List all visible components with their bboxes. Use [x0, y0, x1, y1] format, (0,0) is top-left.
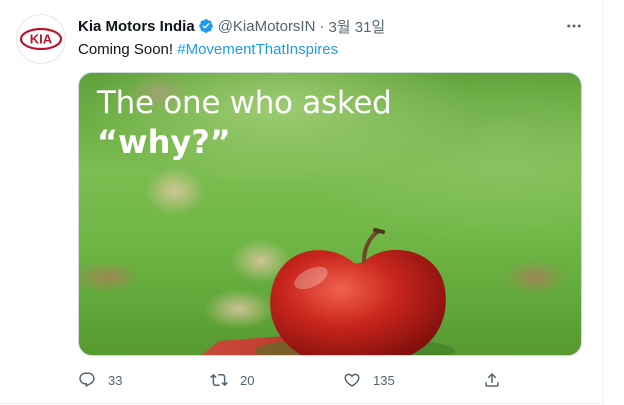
author-name[interactable]: Kia Motors India — [78, 18, 195, 35]
like-icon — [344, 373, 360, 387]
retweet-button[interactable]: 20 — [210, 368, 254, 392]
tweet-header: Kia Motors India @KiaMotorsIN · 3월 31일 — [78, 16, 385, 36]
tweet-date[interactable]: 3월 31일 — [328, 16, 385, 37]
author-handle[interactable]: @KiaMotorsIN — [218, 18, 316, 35]
reply-button[interactable]: 33 — [78, 368, 122, 392]
share-button[interactable] — [483, 368, 501, 392]
verified-icon — [198, 18, 214, 34]
tweet-text-body: Coming Soon! — [78, 41, 178, 58]
hashtag-link[interactable]: #MovementThatInspires — [177, 41, 338, 58]
tweet-text: Coming Soon! #MovementThatInspires — [78, 40, 338, 60]
like-button[interactable]: 135 — [343, 368, 395, 392]
headline-line-1: The one who asked — [97, 85, 392, 121]
tweet-media-image[interactable]: The one who asked “why?” — [78, 72, 582, 356]
headline-line-2: “why?” — [97, 122, 231, 161]
reply-icon — [79, 372, 95, 388]
retweet-count: 20 — [240, 372, 255, 388]
like-count: 135 — [373, 372, 395, 388]
avatar[interactable]: KIA — [16, 14, 66, 64]
reply-count: 33 — [108, 372, 123, 388]
more-button[interactable] — [560, 14, 588, 38]
kia-logo-text: KIA — [30, 32, 53, 47]
media-headline: The one who asked “why?” — [97, 87, 392, 159]
retweet-icon — [210, 373, 228, 387]
share-icon — [485, 372, 499, 387]
kia-logo: KIA — [20, 28, 62, 50]
timeline-border-bottom — [0, 403, 604, 404]
timeline-border-right — [603, 0, 604, 405]
separator-dot: · — [319, 17, 325, 35]
more-icon — [567, 24, 581, 28]
